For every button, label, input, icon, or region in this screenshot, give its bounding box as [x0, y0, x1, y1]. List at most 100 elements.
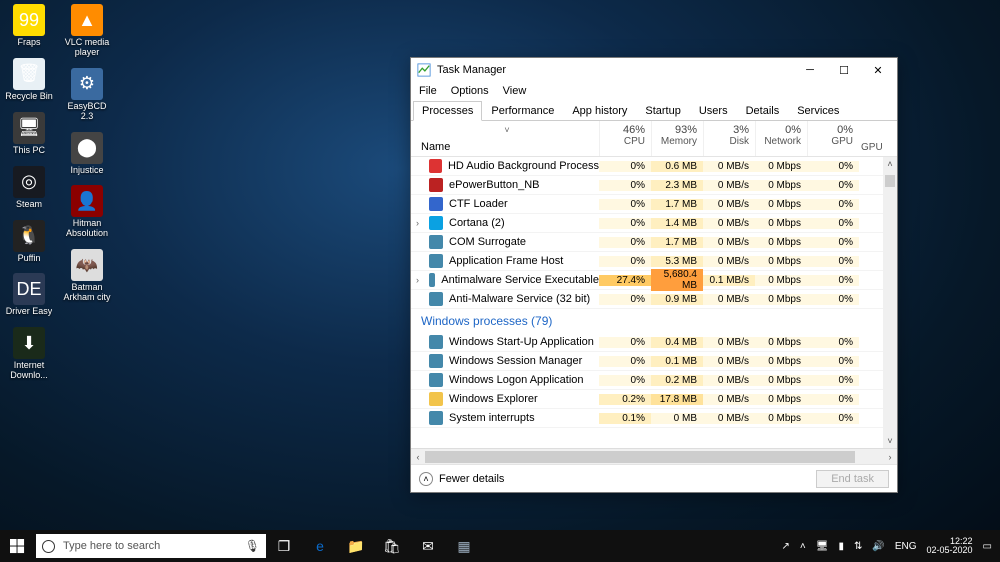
scroll-right-icon[interactable]: › — [883, 449, 897, 464]
edge-icon: e — [316, 538, 324, 554]
titlebar[interactable]: Task Manager ─ ☐ ✕ — [411, 58, 897, 82]
menu-view[interactable]: View — [503, 85, 527, 97]
taskbar-store[interactable]: 🛍 — [374, 530, 410, 562]
process-icon — [429, 354, 443, 368]
process-row[interactable]: ›Antimalware Service Executable27.4%5,68… — [411, 271, 897, 290]
metric-cell: 0 Mbps — [755, 394, 807, 405]
tray-overflow-icon[interactable]: ˄ — [800, 541, 806, 552]
close-button[interactable]: ✕ — [861, 59, 895, 81]
tab-services[interactable]: Services — [788, 101, 848, 121]
process-row[interactable]: CTF Loader0%1.7 MB0 MB/s0 Mbps0% — [411, 195, 897, 214]
scroll-thumb[interactable] — [885, 175, 895, 187]
battery-icon[interactable]: ▮ — [838, 541, 844, 552]
desktop-icon-batman-arkham-city[interactable]: 🦇Batman Arkham city — [62, 249, 112, 303]
search-box[interactable]: Type here to search 🎙 — [36, 534, 266, 558]
metric-cell: 0% — [807, 180, 859, 191]
desktop-icon-injustice[interactable]: ⬤Injustice — [62, 132, 112, 176]
tab-app-history[interactable]: App history — [563, 101, 636, 121]
windows-icon — [10, 539, 25, 554]
action-center-icon[interactable]: ▭ — [983, 541, 992, 552]
vertical-scrollbar[interactable]: ˄ ˅ — [883, 157, 897, 448]
process-row[interactable]: COM Surrogate0%1.7 MB0 MB/s0 Mbps0% — [411, 233, 897, 252]
desktop-icon-easybcd-2-3[interactable]: ⚙EasyBCD 2.3 — [62, 68, 112, 122]
chevron-right-icon[interactable]: › — [416, 218, 419, 228]
process-row[interactable]: Windows Session Manager0%0.1 MB0 MB/s0 M… — [411, 352, 897, 371]
chevron-down-icon[interactable]: ˅ — [504, 125, 509, 135]
chevron-up-icon[interactable]: ˄ — [419, 472, 433, 486]
process-row[interactable]: Windows Explorer0.2%17.8 MB0 MB/s0 Mbps0… — [411, 390, 897, 409]
column-gpu-engine[interactable]: GPU — [859, 121, 883, 156]
scroll-down-icon[interactable]: ˅ — [883, 434, 897, 448]
tab-startup[interactable]: Startup — [636, 101, 689, 121]
chevron-right-icon[interactable]: › — [416, 275, 419, 285]
column-gpu[interactable]: 0%GPU — [807, 121, 859, 156]
icon-label: Internet Downlo... — [4, 361, 54, 381]
desktop-icon-puffin[interactable]: 🐧Puffin — [4, 220, 54, 264]
taskbar-taskmgr[interactable]: ▦ — [446, 530, 482, 562]
metric-cell: 0 Mbps — [755, 337, 807, 348]
column-memory[interactable]: 93%Memory — [651, 121, 703, 156]
metric-cell: 0 Mbps — [755, 294, 807, 305]
tab-users[interactable]: Users — [690, 101, 737, 121]
metric-cell: 0.2% — [599, 394, 651, 405]
desktop-icon-this-pc[interactable]: 🖥This PC — [4, 112, 54, 156]
start-button[interactable] — [0, 530, 34, 562]
metric-cell: 0 MB — [651, 413, 703, 424]
process-row[interactable]: HD Audio Background Process0%0.6 MB0 MB/… — [411, 157, 897, 176]
taskbar-edge[interactable]: e — [302, 530, 338, 562]
process-row[interactable]: Windows Start-Up Application0%0.4 MB0 MB… — [411, 333, 897, 352]
store-icon: 🛍 — [383, 538, 401, 555]
app-icon: ⬤ — [71, 132, 103, 164]
app-icon: 99 — [13, 4, 45, 36]
column-disk[interactable]: 3%Disk — [703, 121, 755, 156]
process-row[interactable]: System interrupts0.1%0 MB0 MB/s0 Mbps0% — [411, 409, 897, 428]
taskbar-mail[interactable]: ✉ — [410, 530, 446, 562]
taskview-icon: ❐ — [278, 538, 291, 555]
clock[interactable]: 12:22 02-05-2020 — [927, 537, 973, 556]
tab-performance[interactable]: Performance — [482, 101, 563, 121]
network-icon[interactable]: ⇅ — [854, 541, 862, 552]
desktop-icon-hitman-absolution[interactable]: 👤Hitman Absolution — [62, 185, 112, 239]
minimize-button[interactable]: ─ — [793, 59, 827, 81]
column-network[interactable]: 0%Network — [755, 121, 807, 156]
mic-icon[interactable]: 🎙 — [245, 539, 260, 553]
end-task-button[interactable]: End task — [816, 470, 889, 488]
tab-details[interactable]: Details — [737, 101, 789, 121]
fewer-details-link[interactable]: Fewer details — [439, 473, 504, 485]
metric-cell: 0.6 MB — [651, 161, 703, 172]
desktop-icon-internet-downlo-[interactable]: ⬇Internet Downlo... — [4, 327, 54, 381]
process-row[interactable]: Anti-Malware Service (32 bit)0%0.9 MB0 M… — [411, 290, 897, 309]
scroll-left-icon[interactable]: ‹ — [411, 449, 425, 464]
taskbar-explorer[interactable]: 📁 — [338, 530, 374, 562]
system-tray: ↗ ˄ 🖥 ▮ ⇅ 🔊 ENG 12:22 02-05-2020 ▭ — [782, 537, 1000, 556]
desktop-icon-vlc-media-player[interactable]: ▲VLC media player — [62, 4, 112, 58]
process-row[interactable]: ›Cortana (2)0%1.4 MB0 MB/s0 Mbps0% — [411, 214, 897, 233]
column-name[interactable]: ˅Name — [411, 121, 599, 156]
hscroll-thumb[interactable] — [425, 451, 855, 463]
monitor-icon[interactable]: 🖥 — [816, 541, 829, 552]
metric-cell: 5.3 MB — [651, 256, 703, 267]
app-icon: DE — [13, 273, 45, 305]
horizontal-scrollbar[interactable]: ‹ › — [411, 448, 897, 464]
language-indicator[interactable]: ENG — [895, 541, 917, 552]
process-name-cell: Windows Session Manager — [411, 354, 599, 368]
process-name: Cortana (2) — [449, 217, 505, 229]
share-icon[interactable]: ↗ — [782, 541, 790, 552]
menu-options[interactable]: Options — [451, 85, 489, 97]
desktop-icon-fraps[interactable]: 99Fraps — [4, 4, 54, 48]
process-row[interactable]: Windows Logon Application0%0.2 MB0 MB/s0… — [411, 371, 897, 390]
column-cpu[interactable]: 46%CPU — [599, 121, 651, 156]
taskbar-taskview[interactable]: ❐ — [266, 530, 302, 562]
maximize-button[interactable]: ☐ — [827, 59, 861, 81]
tab-processes[interactable]: Processes — [413, 101, 482, 121]
volume-icon[interactable]: 🔊 — [872, 541, 884, 552]
desktop-icon-steam[interactable]: ◎Steam — [4, 166, 54, 210]
icon-label: Driver Easy — [6, 307, 53, 317]
process-row[interactable]: ePowerButton_NB0%2.3 MB0 MB/s0 Mbps0% — [411, 176, 897, 195]
process-group: Windows processes (79) — [411, 309, 897, 333]
desktop-icon-driver-easy[interactable]: DE Driver Easy — [4, 273, 54, 317]
clock-date: 02-05-2020 — [927, 546, 973, 555]
scroll-up-icon[interactable]: ˄ — [883, 157, 897, 171]
desktop-icon-recycle-bin[interactable]: 🗑Recycle Bin — [4, 58, 54, 102]
menu-file[interactable]: File — [419, 85, 437, 97]
